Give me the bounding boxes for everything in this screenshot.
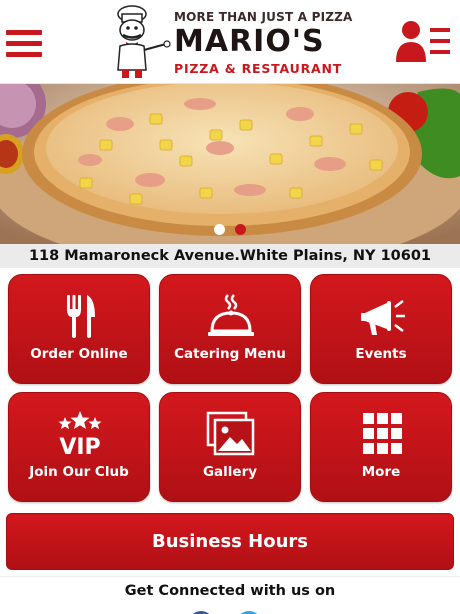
join-our-club-label: Join Our Club (29, 464, 129, 480)
carousel-dot-1[interactable] (213, 224, 225, 235)
gallery-label: Gallery (202, 464, 258, 480)
fork-knife-icon (67, 295, 95, 338)
gallery-button[interactable]: Gallery (159, 392, 301, 502)
social-footer: Get Connected with us on (0, 576, 460, 614)
order-online-label: Order Online (30, 346, 128, 362)
events-button[interactable]: Events (310, 274, 452, 384)
gallery-icon (206, 411, 255, 456)
footer-title: Get Connected with us on (124, 583, 336, 599)
chef-mascot-icon (117, 5, 171, 78)
hero-carousel[interactable] (0, 84, 460, 244)
carousel-pagination (0, 222, 460, 236)
join-our-club-button[interactable]: VIP Join Our Club (8, 392, 150, 502)
more-button[interactable]: More (310, 392, 452, 502)
pizza-hero-image (0, 84, 460, 244)
restaurant-address: 118 Mamaroneck Avenue.White Plains, NY 1… (0, 244, 460, 268)
grid-icon (363, 413, 402, 454)
app-header: MORE THAN JUST A PIZZA MARIO'S PIZZA & R… (0, 0, 460, 84)
cloche-icon (208, 294, 254, 336)
order-online-button[interactable]: Order Online (8, 274, 150, 384)
events-label: Events (355, 346, 407, 362)
more-label: More (361, 464, 401, 480)
svg-text:VIP: VIP (59, 435, 100, 457)
user-profile-icon[interactable] (394, 18, 452, 64)
vip-icon: VIP (58, 411, 102, 457)
logo-subtitle: PIZZA & RESTAURANT (174, 61, 343, 76)
restaurant-logo: MORE THAN JUST A PIZZA MARIO'S PIZZA & R… (108, 4, 354, 80)
megaphone-icon (361, 300, 405, 335)
catering-menu-button[interactable]: Catering Menu (159, 274, 301, 384)
logo-tagline: MORE THAN JUST A PIZZA (174, 10, 353, 24)
logo-name: MARIO'S (174, 24, 325, 59)
catering-menu-label: Catering Menu (174, 346, 286, 362)
business-hours-button[interactable]: Business Hours (6, 513, 454, 570)
hamburger-menu-icon[interactable] (4, 26, 44, 60)
carousel-dot-2[interactable] (235, 224, 247, 235)
